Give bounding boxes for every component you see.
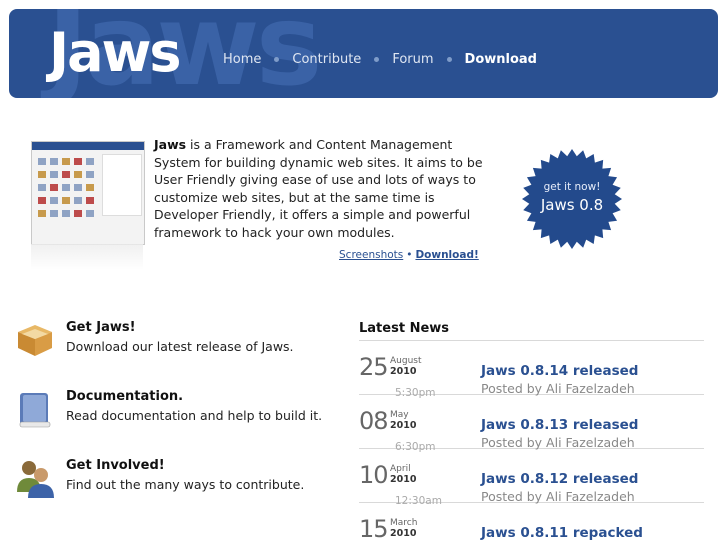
- feature-title: Get Involved!: [66, 458, 165, 473]
- thumbnail-icon-grid: [38, 158, 98, 217]
- badge-version[interactable]: Jaws 0.8: [521, 196, 623, 214]
- feature-desc: Download our latest release of Jaws.: [66, 339, 294, 354]
- latest-news-heading: Latest News: [359, 321, 450, 336]
- link-separator: •: [406, 249, 413, 261]
- news-headline-link[interactable]: Jaws 0.8.14 released: [481, 363, 638, 379]
- news-day: 25: [359, 353, 389, 381]
- screenshot-thumbnail[interactable]: [31, 141, 145, 245]
- main-nav: Home Contribute Forum Download: [223, 52, 537, 67]
- news-month: May: [390, 410, 409, 420]
- news-day: 15: [359, 515, 389, 543]
- news-item: 10 April 2010 12:30am Jaws 0.8.12 releas…: [359, 449, 704, 507]
- news-item: 25 August 2010 5:30pm Jaws 0.8.14 releas…: [359, 341, 704, 399]
- intro-description: is a Framework and Content Management Sy…: [154, 137, 483, 240]
- intro-links: Screenshots • Download!: [339, 249, 479, 261]
- news-headline-link[interactable]: Jaws 0.8.12 released: [481, 471, 638, 487]
- nav-forum[interactable]: Forum: [392, 52, 433, 67]
- news-author: Posted by Ali Fazelzadeh: [481, 381, 635, 396]
- nav-home[interactable]: Home: [223, 52, 261, 67]
- news-year: 2010: [390, 420, 417, 431]
- intro-product-name: Jaws: [154, 137, 187, 152]
- nav-download[interactable]: Download: [465, 52, 537, 67]
- news-item: 15 March 2010 Jaws 0.8.11 repacked: [359, 503, 704, 556]
- thumbnail-sidebar: [102, 154, 142, 216]
- thumbnail-titlebar: [32, 142, 144, 150]
- badge-tagline[interactable]: get it now!: [521, 181, 623, 193]
- news-author: Posted by Ali Fazelzadeh: [481, 489, 635, 504]
- feature-title: Get Jaws!: [66, 320, 136, 335]
- feature-desc: Read documentation and help to build it.: [66, 408, 323, 423]
- news-author: Posted by Ali Fazelzadeh: [481, 435, 635, 450]
- news-year: 2010: [390, 366, 417, 377]
- download-link[interactable]: Download!: [415, 249, 478, 261]
- feature-title: Documentation.: [66, 389, 184, 404]
- site-header: Jaws Jaws Home Contribute Forum Download: [9, 9, 718, 98]
- feature-desc: Find out the many ways to contribute.: [66, 477, 305, 492]
- site-logo[interactable]: Jaws: [49, 21, 182, 84]
- box-icon: [18, 325, 52, 356]
- nav-separator: [374, 57, 380, 62]
- nav-separator: [446, 57, 452, 62]
- news-month: April: [390, 464, 411, 474]
- thumbnail-reflection: [31, 244, 143, 270]
- news-day: 08: [359, 407, 389, 435]
- screenshots-link[interactable]: Screenshots: [339, 249, 403, 261]
- news-month: August: [390, 356, 422, 366]
- news-headline-link[interactable]: Jaws 0.8.13 released: [481, 417, 638, 433]
- book-icon: [19, 393, 51, 428]
- news-item: 08 May 2010 6:30pm Jaws 0.8.13 released …: [359, 395, 704, 453]
- news-year: 2010: [390, 528, 417, 539]
- nav-contribute[interactable]: Contribute: [292, 52, 361, 67]
- nav-separator: [274, 57, 280, 62]
- news-year: 2010: [390, 474, 417, 485]
- people-icon: [17, 461, 54, 498]
- intro-text: Jaws is a Framework and Content Manageme…: [154, 136, 484, 241]
- news-month: March: [390, 518, 418, 528]
- news-headline-link[interactable]: Jaws 0.8.11 repacked: [481, 525, 643, 541]
- news-day: 10: [359, 461, 389, 489]
